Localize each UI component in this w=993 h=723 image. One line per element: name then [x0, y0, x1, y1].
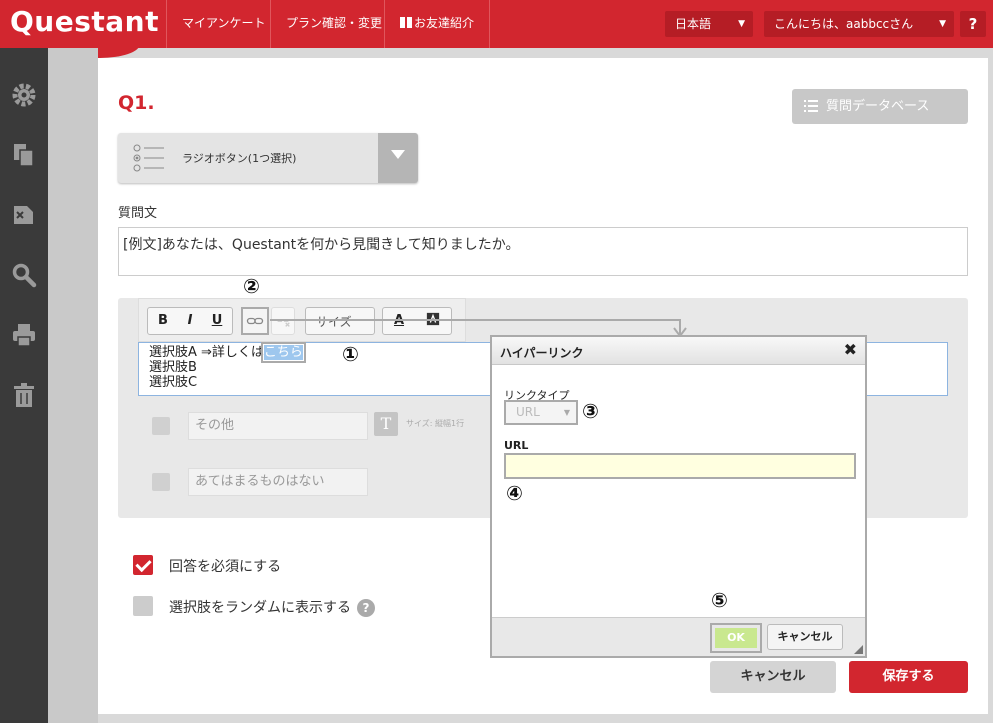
question-number: Q1. [118, 92, 155, 114]
ok-button[interactable]: OK [710, 623, 762, 653]
choice-a-text: 選択肢A ⇒詳しくは [149, 345, 264, 360]
greeting: こんにちは、aabbccさん [774, 17, 914, 31]
hyperlink-dialog: ハイパーリンク ✖ リンクタイプ URL ▼ URL OK キャンセル [490, 335, 867, 658]
link-type-select[interactable]: URL ▼ [504, 400, 578, 425]
question-database-label: 質問データベース [826, 99, 930, 114]
language-select[interactable]: 日本語 ▼ [665, 11, 753, 37]
dialog-title: ハイパーリンク [500, 346, 584, 360]
underline-button[interactable]: U [207, 312, 227, 330]
text-field-button[interactable]: T [374, 412, 398, 436]
print-icon[interactable] [11, 322, 37, 348]
link-type-value: URL [516, 405, 540, 419]
step-marker-3: ③ [582, 399, 599, 423]
url-label: URL [504, 439, 529, 452]
cancel-button[interactable]: キャンセル [710, 661, 836, 693]
question-text-input[interactable]: [例文]あなたは、Questantを何から見聞きして知りましたか。 [118, 227, 968, 276]
copy-icon[interactable] [11, 142, 37, 168]
format-group: B I U [147, 307, 233, 335]
chevron-down-icon: ▼ [738, 19, 745, 29]
other-option-checkbox[interactable] [152, 417, 170, 435]
required-label: 回答を必須にする [169, 559, 282, 575]
chevron-down-icon: ▼ [939, 19, 946, 29]
user-menu[interactable]: こんにちは、aabbccさん ▼ [764, 11, 954, 37]
nav-plan[interactable]: プラン確認・変更 [270, 0, 397, 48]
random-label: 選択肢をランダムに表示する [169, 600, 351, 616]
gift-icon [400, 17, 412, 28]
content-gutter [48, 48, 98, 723]
language-value: 日本語 [675, 17, 712, 31]
help-circle-icon[interactable]: ? [357, 599, 375, 617]
trash-icon[interactable] [11, 382, 37, 408]
none-option-checkbox[interactable] [152, 473, 170, 491]
question-text-label: 質問文 [118, 206, 158, 221]
radio-list-icon [133, 144, 164, 172]
bold-button[interactable]: B [153, 312, 173, 330]
help-button[interactable]: ? [960, 11, 986, 37]
step-marker-5: ⑤ [711, 588, 728, 612]
none-option-input[interactable]: あてはまるものはない [188, 468, 368, 496]
dialog-cancel-button[interactable]: キャンセル [767, 624, 843, 650]
selected-link-text: こちら [260, 342, 306, 363]
nav-my-surveys[interactable]: マイアンケート [166, 0, 281, 48]
dialog-header: ハイパーリンク ✖ [492, 337, 865, 365]
share-icon[interactable] [11, 202, 37, 228]
resize-handle[interactable] [854, 645, 863, 654]
close-icon[interactable]: ✖ [844, 340, 857, 359]
italic-button[interactable]: I [180, 312, 200, 330]
ok-label: OK [715, 628, 757, 648]
other-option-input[interactable]: その他 [188, 412, 368, 440]
search-icon[interactable] [11, 262, 37, 288]
logo-text: Questant [10, 5, 159, 38]
required-checkbox[interactable] [133, 555, 153, 575]
gear-icon[interactable] [11, 82, 37, 108]
sidebar [0, 48, 48, 723]
chevron-down-icon [391, 150, 405, 159]
dialog-footer: OK キャンセル [492, 617, 865, 656]
step-marker-4: ④ [506, 481, 523, 505]
list-icon [804, 100, 818, 112]
chevron-down-icon: ▼ [563, 408, 570, 417]
question-type-select[interactable]: ラジオボタン(1つ選択) [118, 133, 418, 183]
random-checkbox[interactable] [133, 596, 153, 616]
size-note: サイズ: 縦幅1行 [406, 419, 465, 428]
step-marker-2: ② [243, 274, 260, 298]
url-input[interactable] [504, 453, 856, 479]
random-label-wrap: 選択肢をランダムに表示する? [169, 597, 375, 617]
question-type-label: ラジオボタン(1つ選択) [182, 152, 297, 165]
nav-refer-label: お友達紹介 [414, 16, 475, 30]
question-type-dropdown[interactable] [378, 133, 418, 183]
step-marker-1: ① [342, 342, 359, 366]
nav-refer-friend[interactable]: お友達紹介 [384, 0, 491, 48]
save-button[interactable]: 保存する [849, 661, 968, 693]
question-database-button[interactable]: 質問データベース [792, 89, 968, 124]
